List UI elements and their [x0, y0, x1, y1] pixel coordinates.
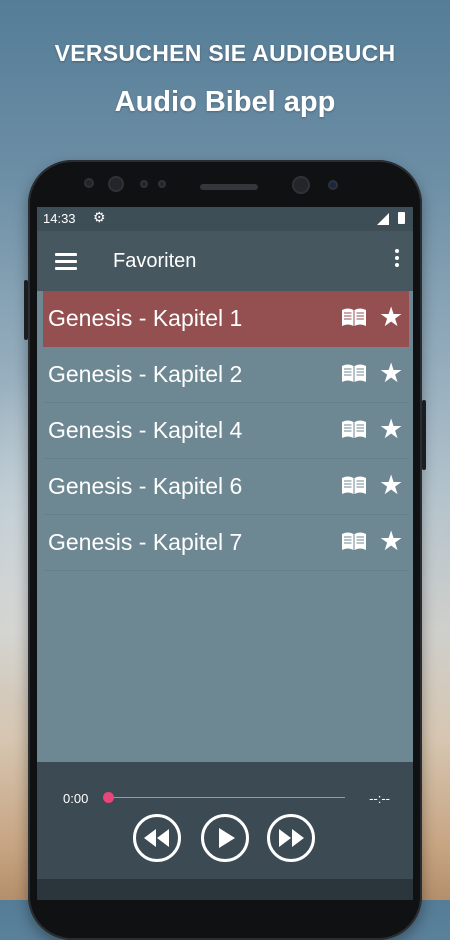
front-sensor-icon	[108, 176, 124, 192]
duration: --:--	[369, 791, 390, 806]
chapter-label: Genesis - Kapitel 1	[48, 305, 243, 331]
list-item[interactable]: Genesis - Kapitel 6 ★	[43, 459, 409, 515]
more-vert-icon[interactable]	[393, 249, 401, 273]
fast-forward-button[interactable]	[267, 814, 315, 862]
system-nav-bar	[37, 879, 413, 900]
rewind-icon	[144, 829, 169, 847]
audio-player: 0:00 --:--	[37, 762, 413, 879]
promo-app-name: Audio Bibel app	[114, 86, 336, 118]
list-item[interactable]: Genesis - Kapitel 7 ★	[43, 515, 409, 571]
star-icon[interactable]: ★	[379, 470, 403, 500]
play-icon	[219, 828, 235, 848]
settings-gear-icon: ⚙	[93, 209, 106, 225]
progress-track[interactable]	[109, 797, 345, 798]
phone-side-button	[24, 280, 28, 340]
phone-speaker	[200, 184, 258, 190]
open-book-icon[interactable]	[341, 475, 367, 495]
star-icon[interactable]: ★	[379, 302, 403, 332]
star-icon[interactable]: ★	[379, 358, 403, 388]
list-item[interactable]: Genesis - Kapitel 4 ★	[43, 403, 409, 459]
front-sensor-icon	[158, 180, 166, 188]
front-sensor-icon	[140, 180, 148, 188]
progress-thumb[interactable]	[103, 792, 114, 803]
status-bar: 14:33 ⚙	[37, 207, 413, 231]
list-item[interactable]: Genesis - Kapitel 2 ★	[43, 347, 409, 403]
favorites-list: Genesis - Kapitel 1 ★ Genesis - Kapitel …	[43, 291, 409, 571]
page-title: Favoriten	[113, 250, 197, 272]
open-book-icon[interactable]	[341, 363, 367, 383]
rewind-button[interactable]	[133, 814, 181, 862]
front-camera-icon	[292, 176, 310, 194]
star-icon[interactable]: ★	[379, 414, 403, 444]
front-sensor-icon	[328, 180, 338, 190]
hamburger-menu-icon[interactable]	[55, 253, 77, 270]
chapter-label: Genesis - Kapitel 2	[48, 361, 243, 387]
chapter-label: Genesis - Kapitel 7	[48, 529, 243, 555]
promo-headline: VERSUCHEN SIE AUDIOBUCH	[54, 40, 396, 66]
current-time: 0:00	[63, 791, 89, 806]
play-button[interactable]	[201, 814, 249, 862]
chapter-label: Genesis - Kapitel 4	[48, 417, 243, 443]
status-time: 14:33	[43, 211, 76, 226]
chapter-label: Genesis - Kapitel 6	[48, 473, 243, 499]
open-book-icon[interactable]	[341, 531, 367, 551]
signal-icon	[377, 213, 389, 225]
phone-side-button	[422, 400, 426, 470]
front-sensor-icon	[84, 178, 94, 188]
open-book-icon[interactable]	[341, 307, 367, 327]
app-bar: Favoriten	[37, 231, 413, 291]
list-item[interactable]: Genesis - Kapitel 1 ★	[43, 291, 409, 347]
app-screen: 14:33 ⚙ Favoriten Genesis - Kapitel 1 ★ …	[37, 207, 413, 900]
star-icon[interactable]: ★	[379, 526, 403, 556]
open-book-icon[interactable]	[341, 419, 367, 439]
battery-icon	[398, 212, 405, 224]
fast-forward-icon	[279, 829, 304, 847]
